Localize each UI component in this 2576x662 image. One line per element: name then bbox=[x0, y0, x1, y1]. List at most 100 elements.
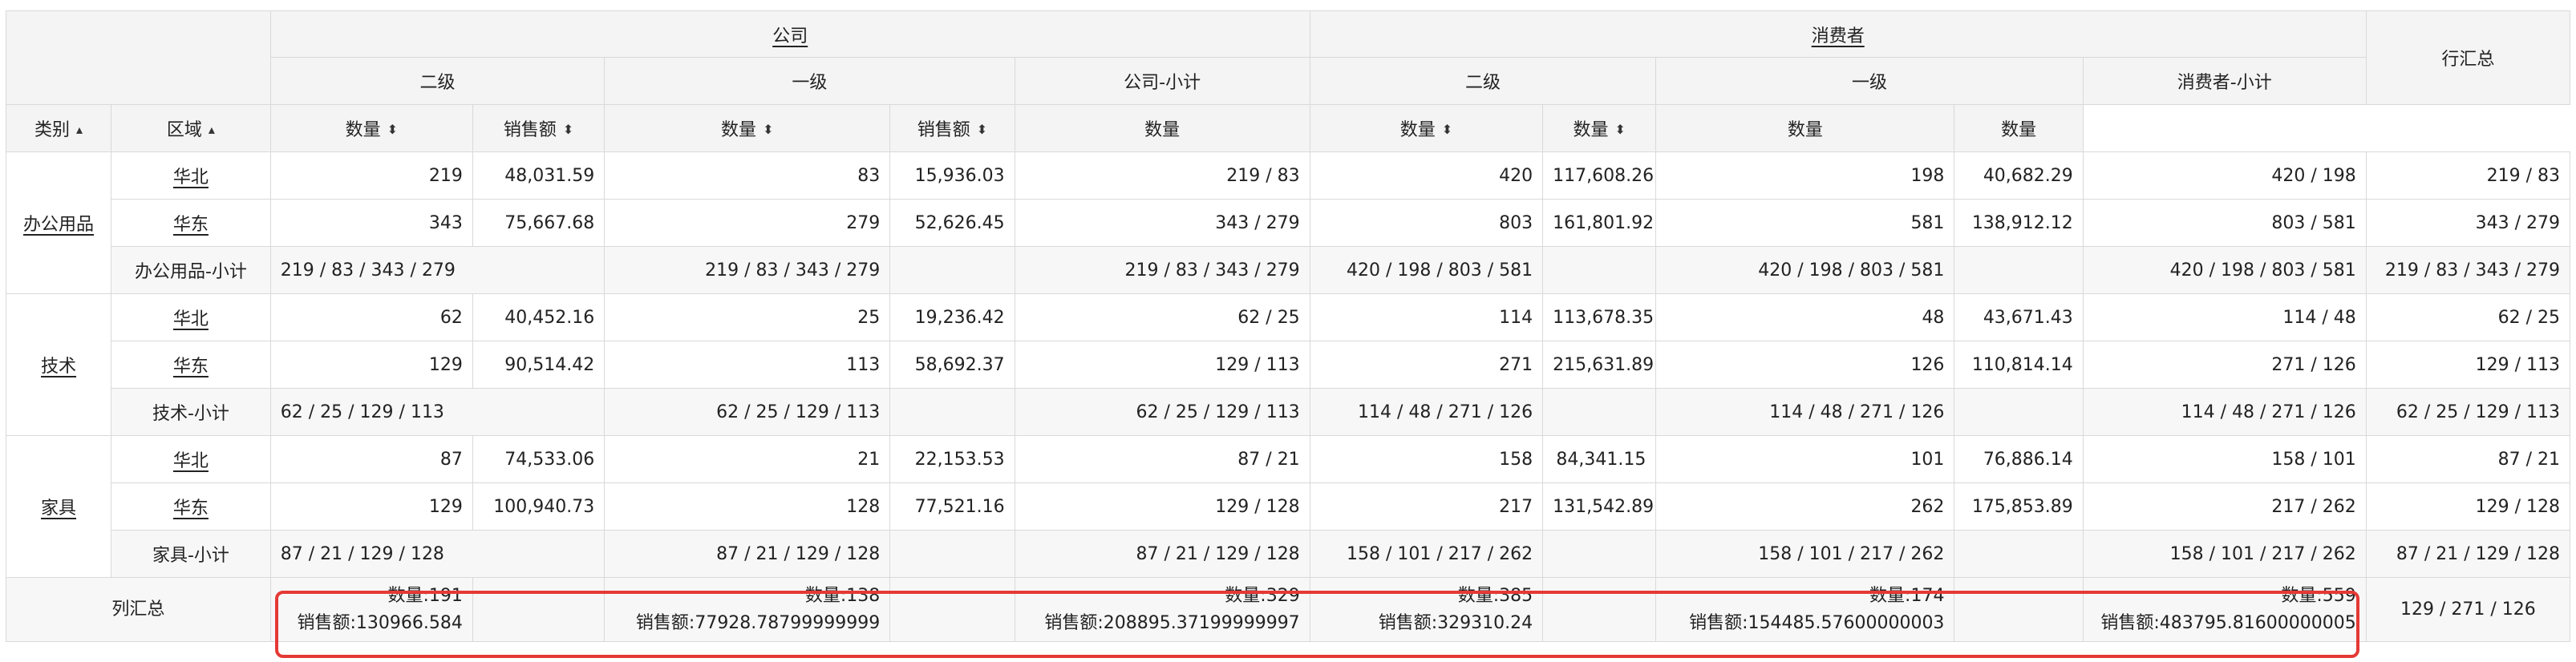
data-cell: 58,692.37 bbox=[889, 341, 1015, 389]
region-east[interactable]: 华东 bbox=[111, 199, 271, 247]
category-tech[interactable]: 技术 bbox=[5, 293, 112, 436]
subtotal-cell: 219 / 83 / 343 / 279 bbox=[1014, 246, 1310, 294]
data-cell: 217 / 262 bbox=[2082, 482, 2367, 531]
data-cell: 420 / 198 bbox=[2082, 151, 2367, 200]
pivot-table: 公司 消费者 行汇总 二级 一级 公司-小计 二级 一级 消费者-小计 类别 ▴ … bbox=[5, 10, 2571, 642]
region-label[interactable]: 华北 bbox=[173, 451, 209, 471]
data-cell: 113,678.35 bbox=[1542, 293, 1657, 341]
subtotal-cell: 62 / 25 / 129 / 113 bbox=[1014, 388, 1310, 436]
col-header-company-level1: 一级 bbox=[604, 57, 1015, 105]
data-cell: 48,031.59 bbox=[472, 151, 606, 200]
region-north[interactable]: 华北 bbox=[111, 151, 271, 200]
col-header-qty[interactable]: 数量 ⬍ bbox=[1542, 104, 1657, 152]
sort-asc-icon[interactable]: ▴ bbox=[209, 122, 215, 137]
subtotal-cell bbox=[889, 388, 1015, 436]
category-office[interactable]: 办公用品 bbox=[5, 151, 112, 294]
grand-total-cell: 数量:174 销售额:154485.57600000003 bbox=[1655, 577, 1955, 642]
region-north[interactable]: 华北 bbox=[111, 435, 271, 483]
subtotal-row: 家具-小计 87 / 21 / 129 / 128 87 / 21 / 129 / … bbox=[6, 530, 2571, 578]
data-cell: 87 / 21 bbox=[1014, 435, 1310, 483]
data-cell: 113 bbox=[604, 341, 891, 389]
sort-icon[interactable]: ⬍ bbox=[763, 122, 773, 137]
table-row: 办公用品 华北 219 48,031.59 83 15,936.03 219 / 83 420… bbox=[5, 151, 2571, 294]
region-east[interactable]: 华东 bbox=[111, 341, 271, 389]
data-cell: 161,801.92 bbox=[1542, 199, 1657, 247]
subtotal-cell: 158 / 101 / 217 / 262 bbox=[2082, 530, 2367, 578]
grand-total-cell: 数量:329 销售额:208895.37199999997 bbox=[1014, 577, 1310, 642]
data-cell: 343 / 279 bbox=[2365, 199, 2571, 247]
data-cell: 138,912.12 bbox=[1954, 199, 2084, 247]
subtotal-cell: 114 / 48 / 271 / 126 bbox=[2082, 388, 2367, 436]
data-cell: 420 bbox=[1309, 151, 1544, 200]
data-cell: 175,853.89 bbox=[1954, 482, 2084, 531]
data-cell: 110,814.14 bbox=[1954, 341, 2084, 389]
grand-total-cell bbox=[1542, 577, 1657, 642]
category-label[interactable]: 技术 bbox=[41, 357, 76, 377]
region-north[interactable]: 华北 bbox=[111, 293, 271, 341]
col-header-company-level2: 二级 bbox=[269, 57, 606, 105]
subtotal-cell bbox=[1542, 530, 1657, 578]
col-header-sales[interactable]: 销售额 ⬍ bbox=[472, 104, 606, 152]
data-cell: 19,236.42 bbox=[889, 293, 1015, 341]
col-header-qty[interactable]: 数量 ⬍ bbox=[269, 104, 473, 152]
subtotal-cell: 114 / 48 / 271 / 126 bbox=[1309, 388, 1544, 436]
grand-qty: 数量:174 bbox=[1869, 585, 1945, 606]
data-cell: 77,521.16 bbox=[889, 482, 1015, 531]
col-header-row-total: 行汇总 bbox=[2365, 10, 2571, 105]
col-header-consumer[interactable]: 消费者 bbox=[1309, 10, 2367, 58]
category-furniture[interactable]: 家具 bbox=[5, 435, 112, 578]
col-header-sales[interactable]: 销售额 ⬍ bbox=[889, 104, 1015, 152]
header-row-2: 二级 一级 公司-小计 二级 一级 消费者-小计 bbox=[6, 57, 2570, 105]
subtotal-cell bbox=[1954, 246, 2084, 294]
sort-icon[interactable]: ⬍ bbox=[977, 122, 987, 137]
region-label[interactable]: 华东 bbox=[173, 499, 209, 519]
category-label[interactable]: 家具 bbox=[41, 499, 76, 519]
region-label[interactable]: 华北 bbox=[173, 309, 209, 329]
grand-total-cell bbox=[889, 577, 1015, 642]
data-cell: 129 / 113 bbox=[1014, 341, 1310, 389]
row-header-region[interactable]: 区域 ▴ bbox=[111, 104, 271, 152]
subtotal-cell: 158 / 101 / 217 / 262 bbox=[1655, 530, 1955, 578]
grand-qty: 数量:329 bbox=[1225, 585, 1300, 606]
data-cell: 48 bbox=[1655, 293, 1955, 341]
col-header-company[interactable]: 公司 bbox=[269, 10, 1310, 58]
col-header-qty[interactable]: 数量 ⬍ bbox=[1309, 104, 1544, 152]
category-label[interactable]: 办公用品 bbox=[23, 215, 94, 235]
grand-sales: 销售额:208895.37199999997 bbox=[1044, 612, 1300, 633]
subtotal-cell: 62 / 25 / 129 / 113 bbox=[604, 388, 891, 436]
data-cell: 129 bbox=[269, 482, 473, 531]
sort-asc-icon[interactable]: ▴ bbox=[76, 122, 83, 137]
data-cell: 83 bbox=[604, 151, 891, 200]
grand-total-cell bbox=[1954, 577, 2084, 642]
grand-qty: 数量:138 bbox=[804, 585, 881, 606]
subtotal-cell bbox=[1954, 388, 2084, 436]
subtotal-cell: 62 / 25 / 129 / 113 bbox=[2365, 388, 2571, 436]
subtotal-cell: 420 / 198 / 803 / 581 bbox=[1309, 246, 1544, 294]
sort-icon[interactable]: ⬍ bbox=[387, 122, 398, 137]
subtotal-label: 办公用品-小计 bbox=[111, 246, 271, 294]
sort-icon[interactable]: ⬍ bbox=[1442, 122, 1452, 137]
row-header-category[interactable]: 类别 ▴ bbox=[5, 104, 112, 152]
sort-icon[interactable]: ⬍ bbox=[563, 122, 573, 137]
subtotal-cell: 62 / 25 / 129 / 113 bbox=[269, 388, 606, 436]
col-header-qty: 数量 bbox=[1655, 104, 1955, 152]
data-cell: 74,533.06 bbox=[472, 435, 606, 483]
col-header-qty: 数量 bbox=[1954, 104, 2084, 152]
sort-icon[interactable]: ⬍ bbox=[1615, 122, 1626, 137]
region-label[interactable]: 华东 bbox=[173, 357, 209, 377]
data-cell: 75,667.68 bbox=[472, 199, 606, 247]
data-cell: 62 / 25 bbox=[2365, 293, 2571, 341]
data-cell: 271 / 126 bbox=[2082, 341, 2367, 389]
subtotal-cell: 114 / 48 / 271 / 126 bbox=[1655, 388, 1955, 436]
region-label[interactable]: 华北 bbox=[173, 168, 209, 188]
col-header-qty[interactable]: 数量 ⬍ bbox=[604, 104, 891, 152]
subtotal-cell: 87 / 21 / 129 / 128 bbox=[1014, 530, 1310, 578]
subtotal-cell: 87 / 21 / 129 / 128 bbox=[269, 530, 606, 578]
region-east[interactable]: 华东 bbox=[111, 482, 271, 531]
data-cell: 215,631.89 bbox=[1542, 341, 1657, 389]
col-header-qty: 数量 bbox=[1014, 104, 1310, 152]
corner-cell bbox=[6, 10, 271, 105]
data-cell: 198 bbox=[1655, 151, 1955, 200]
region-label[interactable]: 华东 bbox=[173, 215, 209, 235]
grand-sales: 销售额:329310.24 bbox=[1378, 612, 1533, 633]
